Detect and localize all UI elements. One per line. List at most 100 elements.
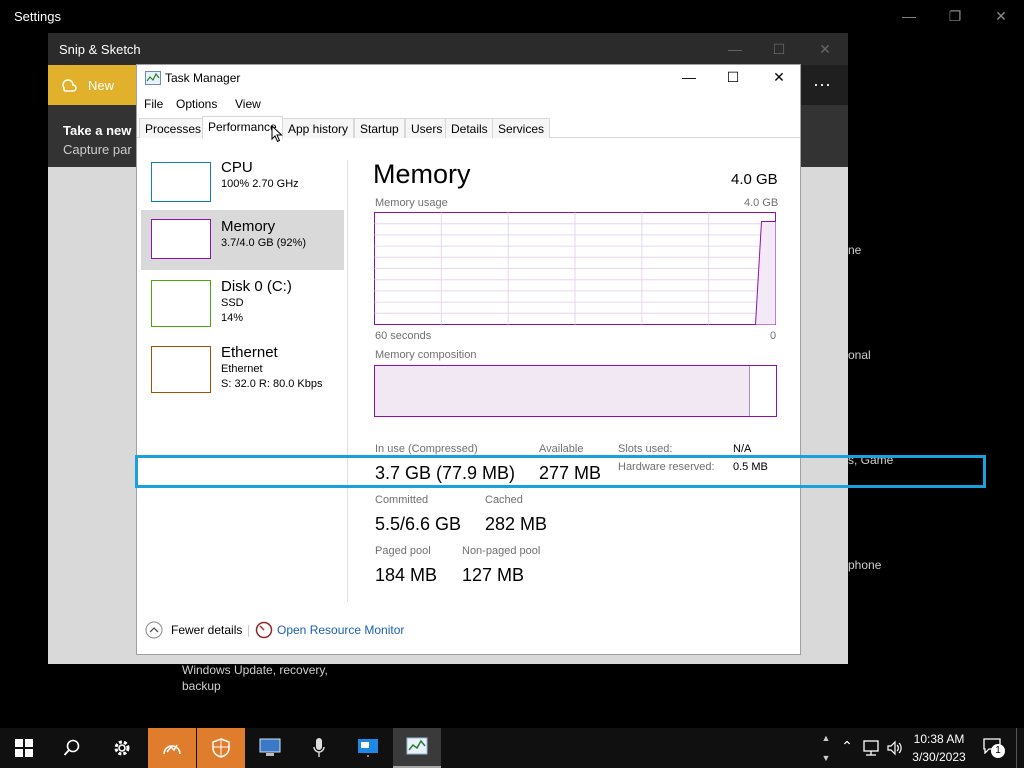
footer-divider bbox=[248, 625, 249, 637]
menu-options[interactable]: Options bbox=[176, 97, 217, 111]
clock-date[interactable]: 3/30/2023 bbox=[906, 750, 972, 764]
notification-count-badge: 1 bbox=[991, 744, 1005, 758]
snip-sketch-icon bbox=[163, 744, 181, 755]
sidebar-item-name: Ethernet bbox=[221, 344, 278, 361]
sidebar-item-detail: 14% bbox=[221, 312, 244, 324]
highlight-box bbox=[135, 455, 986, 488]
show-desktop-button[interactable] bbox=[1016, 728, 1017, 768]
committed-label: Committed bbox=[375, 494, 429, 506]
chevron-up-icon bbox=[145, 621, 163, 639]
banner-subtitle: Capture par bbox=[63, 142, 132, 157]
in-use-label: In use (Compressed) bbox=[375, 443, 478, 455]
quick-assist-icon bbox=[358, 739, 378, 757]
usage-label: Memory usage bbox=[375, 197, 448, 209]
sidebar-item-detail: S: 32.0 R: 80.0 Kbps bbox=[221, 378, 323, 390]
ethernet-thumbnail bbox=[151, 346, 211, 393]
detail-heading: Memory bbox=[373, 159, 471, 189]
task-manager-icon bbox=[145, 71, 161, 85]
snip-minimize-button[interactable]: — bbox=[712, 42, 758, 56]
nonpaged-pool-value: 127 MB bbox=[462, 565, 525, 585]
search-button[interactable] bbox=[48, 728, 96, 768]
taskbar-scroll[interactable]: ▲ ▼ bbox=[818, 728, 834, 768]
sidebar-item-name: Disk 0 (C:) bbox=[221, 278, 292, 295]
settings-fragment: phone bbox=[848, 558, 882, 572]
sidebar-item-detail: 3.7/4.0 GB (92%) bbox=[221, 237, 306, 249]
sidebar-item-cpu[interactable]: CPU 100% 2.70 GHz bbox=[141, 156, 344, 216]
fewer-details-label: Fewer details bbox=[171, 623, 243, 637]
taskbar-remote-desktop[interactable] bbox=[246, 728, 294, 768]
sidebar-divider bbox=[347, 160, 348, 602]
tab-services[interactable]: Services bbox=[492, 118, 551, 138]
tm-maximize-button[interactable]: ☐ bbox=[721, 69, 745, 86]
memory-thumbnail bbox=[151, 219, 211, 259]
clock-time[interactable]: 10:38 AM bbox=[906, 732, 972, 746]
tab-details[interactable]: Details bbox=[445, 118, 494, 138]
settings-close-button[interactable]: ✕ bbox=[978, 9, 1024, 23]
show-hidden-icons-button[interactable]: ⌃ bbox=[838, 738, 856, 758]
update-description-2: backup bbox=[182, 679, 221, 693]
taskbar-security[interactable] bbox=[197, 728, 245, 768]
slots-label: Slots used: bbox=[618, 443, 673, 455]
cpu-thumbnail bbox=[151, 162, 211, 202]
tab-processes[interactable]: Processes bbox=[139, 118, 208, 138]
banner-title: Take a new bbox=[63, 123, 132, 138]
new-snip-label: New bbox=[88, 78, 115, 93]
memory-usage-graph bbox=[374, 212, 776, 325]
committed-value: 5.5/6.6 GB bbox=[375, 514, 462, 534]
sidebar-item-detail: SSD bbox=[221, 297, 244, 309]
new-snip-button[interactable]: New bbox=[48, 65, 138, 105]
settings-fragment: ne bbox=[848, 243, 862, 257]
taskbar-voice-recorder[interactable] bbox=[295, 728, 343, 768]
tm-minimize-button[interactable]: — bbox=[677, 69, 701, 85]
snip-close-button[interactable]: ✕ bbox=[802, 42, 848, 56]
taskbar-quick-assist[interactable] bbox=[344, 728, 392, 768]
network-icon[interactable] bbox=[862, 739, 880, 757]
volume-icon[interactable] bbox=[886, 739, 904, 757]
cached-label: Cached bbox=[485, 494, 523, 506]
resource-monitor-icon bbox=[255, 621, 273, 639]
tm-close-button[interactable]: ✕ bbox=[767, 69, 791, 86]
composition-in-use bbox=[375, 366, 750, 416]
snip-title: Snip & Sketch bbox=[59, 42, 141, 57]
settings-maximize-button[interactable]: ❐ bbox=[932, 9, 978, 23]
composition-label: Memory composition bbox=[375, 349, 477, 361]
sidebar-item-ethernet[interactable]: Ethernet Ethernet S: 32.0 R: 80.0 Kbps bbox=[141, 341, 344, 401]
sidebar-item-memory[interactable]: Memory 3.7/4.0 GB (92%) bbox=[141, 210, 344, 270]
more-icon[interactable]: ··· bbox=[802, 74, 842, 95]
task-manager-window: Task Manager — ☐ ✕ File Options View Pro… bbox=[136, 64, 801, 655]
taskbar-snip-sketch[interactable] bbox=[148, 728, 196, 768]
available-label: Available bbox=[539, 443, 584, 455]
update-description: Windows Update, recovery, bbox=[182, 663, 328, 677]
memory-composition-bar bbox=[374, 365, 777, 417]
open-resource-monitor-label: Open Resource Monitor bbox=[277, 623, 405, 637]
menu-view[interactable]: View bbox=[235, 97, 261, 111]
snip-maximize-button[interactable]: ☐ bbox=[756, 42, 802, 56]
snip-titlebar: Snip & Sketch — ☐ ✕ bbox=[48, 33, 848, 65]
task-manager-icon bbox=[406, 737, 428, 755]
detail-total: 4.0 GB bbox=[731, 171, 778, 188]
action-center-button[interactable]: 1 bbox=[980, 736, 1006, 760]
menu-file[interactable]: File bbox=[144, 97, 163, 111]
tab-app-history[interactable]: App history bbox=[282, 118, 355, 138]
disk-thumbnail bbox=[151, 280, 211, 327]
usage-max: 4.0 GB bbox=[744, 197, 779, 209]
slots-value: N/A bbox=[733, 443, 752, 455]
tab-startup[interactable]: Startup bbox=[354, 118, 405, 138]
sidebar-item-name: Memory bbox=[221, 218, 276, 235]
snip-icon bbox=[62, 79, 77, 92]
nonpaged-pool-label: Non-paged pool bbox=[462, 545, 541, 557]
taskbar-settings[interactable] bbox=[98, 728, 146, 768]
time-axis-left: 60 seconds bbox=[375, 330, 432, 342]
cached-value: 282 MB bbox=[485, 514, 548, 534]
settings-minimize-button[interactable]: — bbox=[886, 9, 932, 23]
sidebar-item-detail: Ethernet bbox=[221, 363, 263, 375]
tab-strip: Processes Performance App history Startu… bbox=[137, 116, 800, 139]
shield-icon bbox=[212, 738, 230, 758]
chevron-up-icon: ⌃ bbox=[841, 738, 853, 754]
search-icon bbox=[63, 739, 80, 756]
taskbar-task-manager[interactable] bbox=[393, 728, 441, 768]
start-button[interactable] bbox=[0, 728, 48, 768]
tab-users[interactable]: Users bbox=[405, 118, 449, 138]
sidebar-item-name: CPU bbox=[221, 159, 253, 176]
sidebar-item-disk[interactable]: Disk 0 (C:) SSD 14% bbox=[141, 273, 344, 337]
